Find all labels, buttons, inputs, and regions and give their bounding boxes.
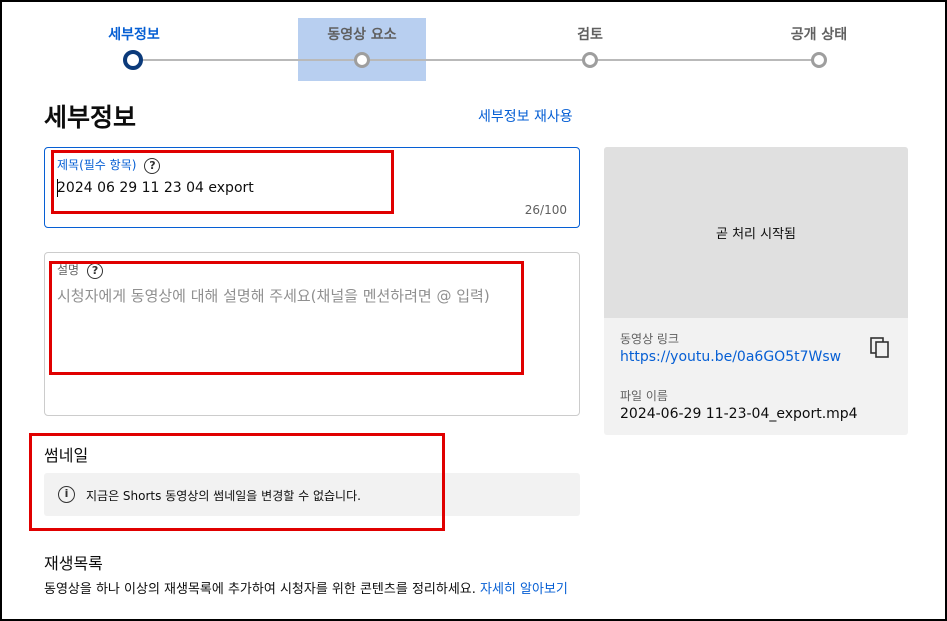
step-details-dot[interactable] — [123, 50, 143, 70]
step-details-label[interactable]: 세부정보 — [108, 24, 160, 44]
step-video-elements-dot[interactable] — [354, 52, 370, 68]
page-title: 세부정보 — [44, 103, 137, 132]
title-char-count: 26/100 — [524, 203, 567, 217]
copy-icon[interactable] — [870, 337, 890, 359]
processing-status: 곧 처리 시작됨 — [715, 227, 797, 242]
stepper-track — [133, 59, 819, 61]
upload-stepper: 세부정보 동영상 요소 검토 공개 상태 — [2, 2, 947, 92]
annotation-box-description — [49, 261, 524, 375]
video-preview-panel: 곧 처리 시작됨 동영상 링크 https://youtu.be/0a6GO5t… — [604, 147, 908, 435]
step-visibility-dot[interactable] — [811, 52, 827, 68]
filename-value: 2024-06-29 11-23-04_export.mp4 — [620, 406, 858, 422]
step-review-label[interactable]: 검토 — [577, 24, 603, 44]
video-link-label: 동영상 링크 — [620, 332, 680, 346]
annotation-box-thumbnail — [29, 433, 445, 531]
playlist-description-text: 동영상을 하나 이상의 재생목록에 추가하여 시청자를 위한 콘텐츠를 정리하세… — [44, 582, 476, 597]
annotation-box-title — [51, 150, 394, 214]
playlist-description: 동영상을 하나 이상의 재생목록에 추가하여 시청자를 위한 콘텐츠를 정리하세… — [44, 580, 584, 600]
video-preview: 곧 처리 시작됨 — [604, 147, 908, 318]
playlist-section-title: 재생목록 — [44, 554, 103, 573]
learn-more-link[interactable]: 자세히 알아보기 — [480, 582, 568, 597]
reuse-details-link[interactable]: 세부정보 재사용 — [478, 106, 573, 126]
step-video-elements-label[interactable]: 동영상 요소 — [327, 24, 396, 44]
filename-label: 파일 이름 — [620, 389, 668, 403]
step-visibility-label[interactable]: 공개 상태 — [791, 24, 847, 44]
step-review-dot[interactable] — [582, 52, 598, 68]
video-link[interactable]: https://youtu.be/0a6GO5t7Wsw — [620, 349, 841, 365]
